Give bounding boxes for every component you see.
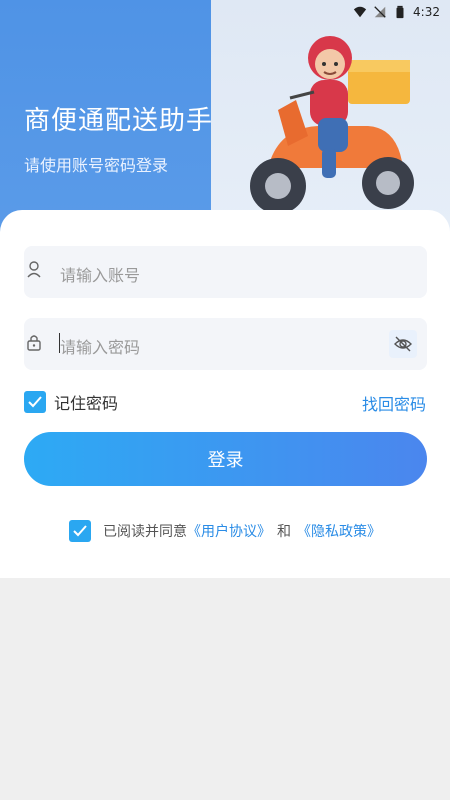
remember-checkbox[interactable] xyxy=(24,391,46,413)
login-subtitle: 请使用账号密码登录 xyxy=(24,156,169,175)
delivery-rider-illustration xyxy=(250,36,414,214)
header-banner: 4:32 商便通配送助手 请使用账号密码登录 xyxy=(0,0,450,235)
lock-icon xyxy=(27,335,41,351)
privacy-policy-link[interactable]: 《隐私政策》 xyxy=(297,521,381,541)
remember-label: 记住密码 xyxy=(54,394,119,413)
remember-row: 记住密码 xyxy=(24,390,118,414)
account-field[interactable]: 请输入账号 xyxy=(24,246,427,298)
eye-off-icon xyxy=(394,336,412,352)
user-agreement-link[interactable]: 《用户协议》 xyxy=(187,521,271,541)
status-time: 4:32 xyxy=(413,5,440,19)
check-icon xyxy=(28,396,42,408)
login-card: 请输入账号 请输入密码 记住密码 找回密码 登录 已阅读并同意 《用户协议》 和… xyxy=(0,210,450,578)
password-field[interactable]: 请输入密码 xyxy=(24,318,427,370)
account-placeholder: 请输入账号 xyxy=(60,266,141,285)
password-placeholder: 请输入密码 xyxy=(60,338,141,357)
agreement-row: 已阅读并同意 《用户协议》 和 《隐私政策》 xyxy=(69,520,381,542)
agreement-and: 和 xyxy=(277,524,291,540)
toggle-password-visibility-button[interactable] xyxy=(389,330,417,358)
login-button[interactable]: 登录 xyxy=(24,432,427,486)
signal-icon xyxy=(374,6,386,18)
app-title: 商便通配送助手 xyxy=(24,106,214,136)
agreement-prefix: 已阅读并同意 xyxy=(103,524,187,540)
user-icon xyxy=(27,261,41,278)
check-icon xyxy=(73,525,87,537)
forgot-password-link[interactable]: 找回密码 xyxy=(362,391,426,415)
wifi-icon xyxy=(353,6,367,18)
agreement-checkbox[interactable] xyxy=(69,520,91,542)
battery-icon xyxy=(396,5,404,19)
